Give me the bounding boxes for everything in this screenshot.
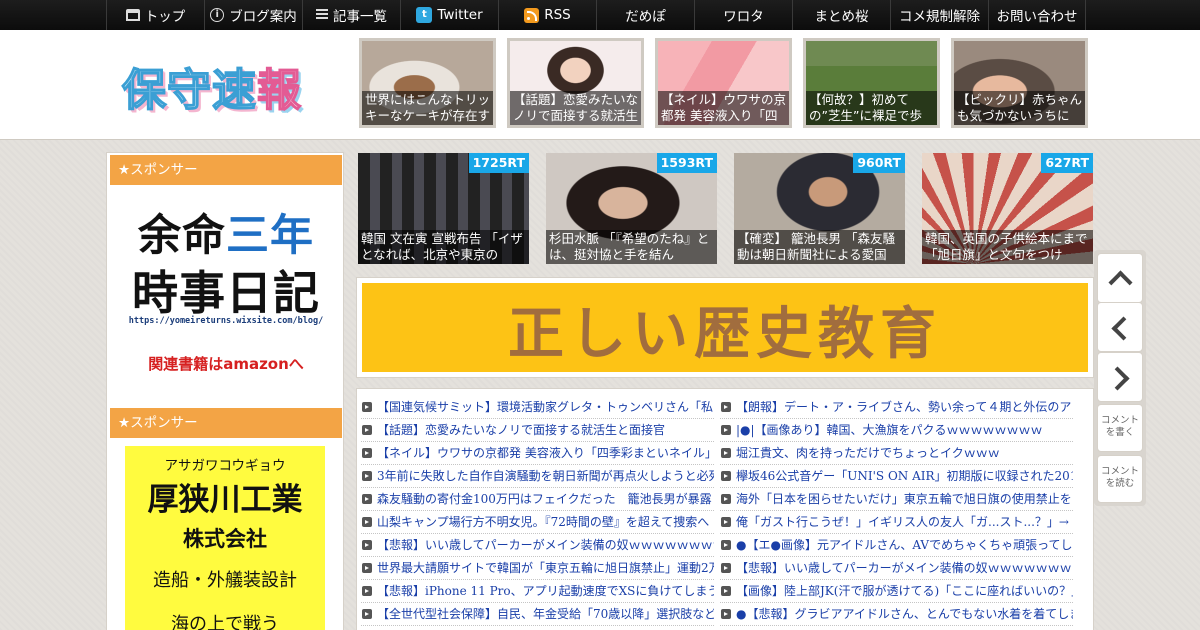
- retweet-count: 627RT: [1041, 153, 1093, 173]
- ranking-item-1[interactable]: 1725RT 韓国 文在寅 宣戦布告 「イザとなれば、北京や東京の: [358, 153, 529, 264]
- home-icon: [125, 9, 140, 21]
- headline-link[interactable]: 【画像】陸上部JK(汗で服が透けてる)「ここに座ればいいの？」: [720, 580, 1073, 603]
- headline-link[interactable]: 【話題】恋愛みたいなノリで面接する就活生と面接官: [361, 419, 714, 442]
- headline-link[interactable]: 世界最大請願サイトで韓国が「東京五輪に旭日旗禁止」運動2万: [361, 557, 714, 580]
- chevron-right-icon: [1105, 366, 1130, 391]
- headline-link[interactable]: 3年前に失敗した自作自演騒動を朝日新聞が再点火しようと必死: [361, 465, 714, 488]
- headline-link[interactable]: 山梨キャンプ場行方不明女児。『72時間の壁』を超えて捜索へ: [361, 511, 714, 534]
- featured-caption: 【何故？】初めての”芝生”に裸足で歩き出す: [806, 91, 937, 125]
- twitter-icon: t: [416, 7, 433, 23]
- ranking-caption: 杉田水脈 「『希望のたね』とは、挺対協と手を結ん: [546, 230, 717, 264]
- headline-link[interactable]: 森友騒動の寄付金100万円はフェイクだった 籠池長男が暴露: [361, 488, 714, 511]
- retweet-count: 1725RT: [468, 153, 529, 173]
- sidebar: ★スポンサー 余命三年 時事日記 https://yomeireturns.wi…: [106, 152, 344, 630]
- featured-article-4[interactable]: 【何故？】初めての”芝生”に裸足で歩き出す: [803, 38, 940, 128]
- sponsor-heading: ★スポンサー: [110, 408, 342, 438]
- headline-link[interactable]: 海外「日本を困らせたいだけ」東京五輪で旭日旗の使用禁止を: [720, 488, 1073, 511]
- featured-article-5[interactable]: 【ビックリ】赤ちゃんも気づかないうちに: [951, 38, 1088, 128]
- chevron-left-icon: [1111, 316, 1136, 341]
- featured-caption: 世界にはこんなトリッキーなケーキが存在する: [362, 91, 493, 125]
- featured-article-2[interactable]: 【話題】恋愛みたいなノリで面接する就活生と面接官: [507, 38, 644, 128]
- nav-article-list[interactable]: 記事一覧: [302, 0, 400, 30]
- nav-matome-sakura[interactable]: まとめ桜: [792, 0, 890, 30]
- headline-link[interactable]: ●【悲報】グラビアアイドルさん、とんでもない水着を着てしま: [720, 603, 1073, 626]
- featured-article-1[interactable]: 世界にはこんなトリッキーなケーキが存在する: [359, 38, 496, 128]
- headline-link[interactable]: 【悲報】iPhone 11 Pro、アプリ起動速度でXSに負けてしまう: [361, 580, 714, 603]
- list-icon: [316, 9, 328, 21]
- history-education-banner[interactable]: 正しい歴史教育: [356, 277, 1094, 378]
- info-icon: i: [210, 8, 225, 22]
- featured-caption: 【ネイル】ウワサの京都発 美容液入り「四季彩まといネイル」: [658, 91, 789, 125]
- nav-comment-unblock[interactable]: コメ規制解除: [890, 0, 988, 30]
- headline-link[interactable]: ●【エ●画像】元アイドルさん、AVでめちゃくちゃ頑張ってしま: [720, 534, 1073, 557]
- ranking-item-2[interactable]: 1593RT 杉田水脈 「『希望のたね』とは、挺対協と手を結ん: [546, 153, 717, 264]
- ranking-item-4[interactable]: 627RT 韓国、英国の子供絵本にまで「旭日旗」と文句をつけ: [922, 153, 1093, 264]
- nav-blog-guide[interactable]: i ブログ案内: [204, 0, 302, 30]
- rss-icon: [524, 7, 540, 23]
- headline-link[interactable]: 【国連気候サミット】環境活動家グレタ・トゥンベリさん「私: [361, 396, 714, 419]
- headline-column-right: 【朗報】デート・ア・ライブさん、勢い余って４期と外伝のア |●|【画像あり】韓国…: [720, 396, 1073, 626]
- headline-link[interactable]: 【全世代型社会保障】自民、年金受給「70歳以降」選択肢など: [361, 603, 714, 626]
- headline-list: 【国連気候サミット】環境活動家グレタ・トゥンベリさん「私 【話題】恋愛みたいなノ…: [356, 388, 1094, 630]
- featured-caption: 【話題】恋愛みたいなノリで面接する就活生と面接官: [510, 91, 641, 125]
- headline-link[interactable]: 堀江貴文、肉を持っただけでちょっとイクｗｗｗ: [720, 442, 1073, 465]
- nav-contact[interactable]: お問い合わせ: [988, 0, 1086, 30]
- nav-top[interactable]: トップ: [106, 0, 204, 30]
- asagawa-ad-banner[interactable]: アサガワコウギョウ 厚狭川工業 株式会社 造船・外艤装設計 海の上で戦う: [125, 446, 325, 630]
- ranking-caption: 韓国、英国の子供絵本にまで「旭日旗」と文句をつけ: [922, 230, 1093, 264]
- featured-article-3[interactable]: 【ネイル】ウワサの京都発 美容液入り「四季彩まといネイル」: [655, 38, 792, 128]
- retweet-count: 1593RT: [656, 153, 717, 173]
- site-logo[interactable]: 保守速報: [121, 54, 302, 118]
- next-page-button[interactable]: [1097, 352, 1143, 402]
- sponsor-heading: ★スポンサー: [110, 155, 342, 185]
- nav-twitter[interactable]: t Twitter: [400, 0, 498, 30]
- headline-link[interactable]: |●|【画像あり】韓国、大漁旗をパクるｗｗｗｗｗｗｗｗ: [720, 419, 1073, 442]
- nav-rss[interactable]: RSS: [498, 0, 596, 30]
- write-comment-button[interactable]: コメントを書く: [1097, 404, 1143, 452]
- headline-link[interactable]: 【朗報】デート・ア・ライブさん、勢い余って４期と外伝のア: [720, 396, 1073, 419]
- top-nav-bar: トップ i ブログ案内 記事一覧 t Twitter RSS だめぽ ワロタ まとめ…: [0, 0, 1200, 30]
- ranking-caption: 韓国 文在寅 宣戦布告 「イザとなれば、北京や東京の: [358, 230, 529, 264]
- ranking-caption: 【確変】 籠池長男 「森友騒動は朝日新聞社による愛国: [734, 230, 905, 264]
- nav-warota[interactable]: ワロタ: [694, 0, 792, 30]
- yomei-ad-banner[interactable]: 余命三年 時事日記 https://yomeireturns.wixsite.c…: [110, 197, 342, 377]
- featured-caption: 【ビックリ】赤ちゃんも気づかないうちに: [954, 91, 1085, 125]
- nav-damepo[interactable]: だめぽ: [596, 0, 694, 30]
- headline-link[interactable]: 【ネイル】ウワサの京都発 美容液入り「四季彩まといネイル」: [361, 442, 714, 465]
- headline-link[interactable]: 【悲報】いい歳してパーカーがメイン装備の奴ｗｗｗｗｗｗｗｗ: [361, 534, 714, 557]
- headline-link[interactable]: 俺「ガスト行こうぜ！」イギリス人の友人「ガ...スト...？」→: [720, 511, 1073, 534]
- headline-link[interactable]: 欅坂46公式音ゲー「UNI'S ON AIR」初期版に収録された2018年: [720, 465, 1073, 488]
- ranking-item-3[interactable]: 960RT 【確変】 籠池長男 「森友騒動は朝日新聞社による愛国: [734, 153, 905, 264]
- chevron-up-icon: [1108, 270, 1133, 295]
- headline-column-left: 【国連気候サミット】環境活動家グレタ・トゥンベリさん「私 【話題】恋愛みたいなノ…: [361, 396, 714, 626]
- retweet-count: 960RT: [853, 153, 905, 173]
- headline-link[interactable]: 【悲報】いい歳してパーカーがメイン装備の奴ｗｗｗｗｗｗｗ: [720, 557, 1073, 580]
- amazon-link[interactable]: 関連書籍はamazonへ: [110, 353, 342, 374]
- scroll-top-button[interactable]: [1097, 253, 1143, 303]
- read-comment-button[interactable]: コメントを読む: [1097, 455, 1143, 503]
- prev-page-button[interactable]: [1097, 302, 1143, 352]
